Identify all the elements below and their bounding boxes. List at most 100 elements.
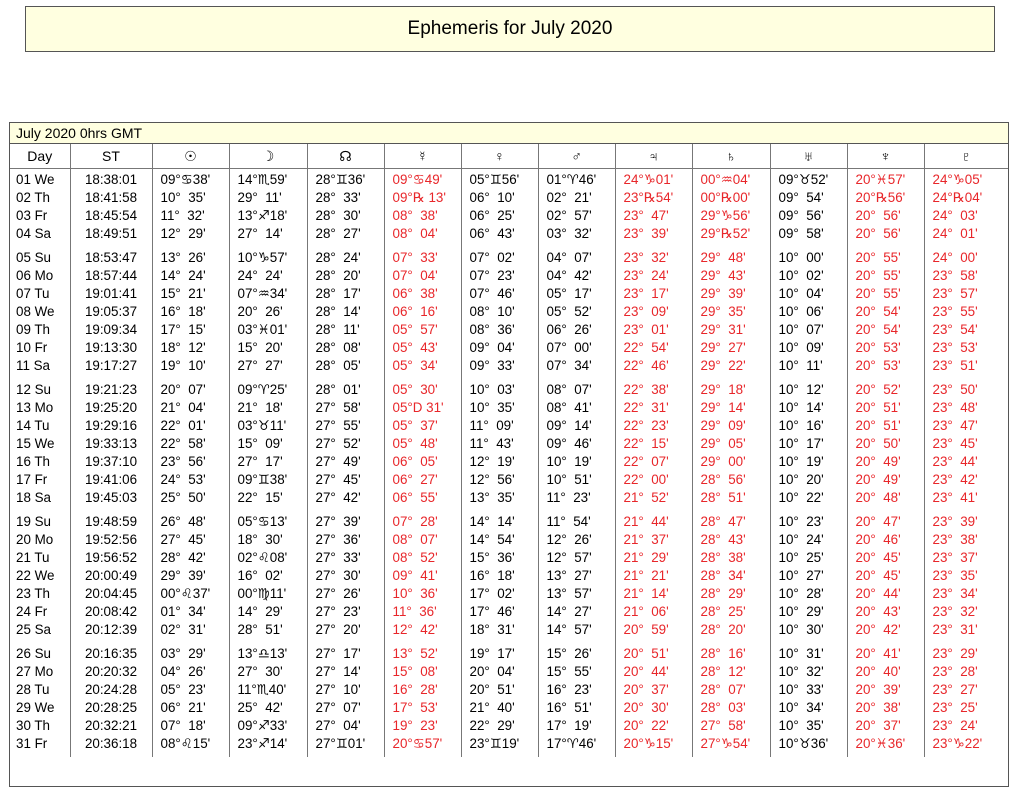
column-sun: 26° 48' 27° 45' 28° 42' 29° 39' 00°♌37' 01° 3…	[151, 511, 230, 643]
venus-value: 21° 40'	[469, 700, 515, 715]
header-jupiter-icon: ♃	[614, 144, 693, 169]
mercury-value: 06° 05'	[392, 454, 438, 469]
venus-value: 20° 04'	[469, 664, 515, 679]
saturn-value: 28° 12'	[700, 664, 746, 679]
venus-value: 06° 43'	[469, 226, 515, 241]
sun-value: 04° 26'	[160, 664, 206, 679]
saturn-value: 28° 34'	[700, 568, 746, 583]
sun-value: 28° 42'	[160, 550, 206, 565]
sun-value: 02° 31'	[160, 622, 206, 637]
jupiter-value: 20° 44'	[623, 664, 669, 679]
venus-value: 17° 02'	[469, 586, 515, 601]
day-value: 30 Th	[16, 718, 50, 733]
sun-value: 27° 45'	[160, 532, 206, 547]
neptune-value: 20° 51'	[855, 418, 901, 433]
st-value: 19:37:10	[84, 454, 138, 469]
pluto-value: 23° 53'	[932, 340, 978, 355]
jupiter-value: 23° 39'	[623, 226, 669, 241]
node-value: 28° 11'	[315, 322, 360, 337]
st-value: 19:13:30	[84, 340, 138, 355]
jupiter-value: 23° 24'	[623, 268, 669, 283]
neptune-value: 20° 56'	[855, 208, 901, 223]
day-value: 12 Su	[16, 382, 51, 397]
moon-value: 03°♉11'	[237, 418, 287, 433]
sun-value: 29° 39'	[160, 568, 206, 583]
st-value: 19:17:27	[84, 358, 138, 373]
mercury-value: 05° 37'	[392, 418, 438, 433]
saturn-value: 28° 20'	[700, 622, 746, 637]
jupiter-value: 22° 38'	[623, 382, 669, 397]
jupiter-value: 20°♑15'	[623, 736, 674, 751]
column-node: 28° 01' 27° 58' 27° 55' 27° 52' 27° 49' 27° 4…	[306, 379, 385, 511]
st-value: 19:41:06	[84, 472, 138, 487]
moon-value: 14°♏59'	[237, 172, 288, 187]
mars-value: 02° 57'	[546, 208, 592, 223]
column-sun: 13° 26' 14° 24' 15° 21' 16° 18' 17° 15' 18° 1…	[151, 247, 230, 379]
mars-value: 11° 54'	[546, 514, 591, 529]
mars-value: 13° 27'	[546, 568, 592, 583]
sun-value: 18° 12'	[160, 340, 206, 355]
pluto-value: 24° 00'	[932, 250, 978, 265]
uranus-value: 10° 07'	[778, 322, 824, 337]
uranus-value: 10° 20'	[778, 472, 824, 487]
st-value: 20:16:35	[84, 646, 138, 661]
neptune-value: 20° 48'	[855, 490, 901, 505]
uranus-value: 09°♉52'	[778, 172, 829, 187]
st-value: 20:12:39	[84, 622, 138, 637]
node-value: 28° 05'	[315, 358, 361, 373]
jupiter-value: 22° 23'	[623, 418, 669, 433]
column-uranus: 10° 31' 10° 32' 10° 33' 10° 34' 10° 35' 10°♉3…	[769, 643, 848, 757]
column-st: 19:21:23 19:25:20 19:29:16 19:33:13 19:37:10…	[69, 379, 153, 511]
day-value: 17 Fr	[16, 472, 48, 487]
day-value: 03 Fr	[16, 208, 48, 223]
column-st: 19:48:59 19:52:56 19:56:52 20:00:49 20:04:45…	[69, 511, 153, 643]
mercury-value: 05°D 31'	[392, 400, 444, 415]
st-value: 18:41:58	[84, 190, 138, 205]
neptune-value: 20° 44'	[855, 586, 901, 601]
moon-value: 27° 30'	[237, 664, 283, 679]
st-value: 20:24:28	[84, 682, 138, 697]
saturn-value: 00°♒04'	[700, 172, 751, 187]
uranus-value: 10° 02'	[778, 268, 824, 283]
sun-value: 07° 18'	[160, 718, 206, 733]
column-node: 28°♊36' 28° 33' 28° 30' 28° 27'	[306, 168, 385, 247]
uranus-value: 10° 33'	[778, 682, 824, 697]
column-mercury: 13° 52' 15° 08' 16° 28' 17° 53' 19° 23' 20°♋5…	[383, 643, 462, 757]
saturn-value: 28° 47'	[700, 514, 746, 529]
mercury-value: 12° 42'	[392, 622, 438, 637]
venus-value: 08° 10'	[469, 304, 515, 319]
jupiter-value: 20° 22'	[623, 718, 669, 733]
column-mercury: 07° 28' 08° 07' 08° 52' 09° 41' 10° 36' 11° 3…	[383, 511, 462, 643]
mercury-value: 06° 16'	[392, 304, 438, 319]
mars-value: 08° 41'	[546, 400, 592, 415]
column-saturn: 29° 18' 29° 14' 29° 09' 29° 05' 29° 00' 28° 5…	[691, 379, 771, 511]
day-value: 31 Fr	[16, 736, 48, 751]
pluto-value: 23° 57'	[932, 286, 978, 301]
venus-value: 19° 17'	[469, 646, 515, 661]
node-value: 28° 14'	[315, 304, 361, 319]
node-value: 27° 17'	[315, 646, 361, 661]
st-value: 18:53:47	[84, 250, 138, 265]
pluto-value: 23° 27'	[932, 682, 978, 697]
column-neptune: 20° 52' 20° 51' 20° 51' 20° 50' 20° 49' 20° 4…	[846, 379, 925, 511]
column-day: 26 Su 27 Mo 28 Tu 29 We 30 Th 31 Fr	[10, 643, 71, 757]
saturn-value: 28° 25'	[700, 604, 746, 619]
node-value: 27° 39'	[315, 514, 361, 529]
mars-value: 03° 32'	[546, 226, 592, 241]
venus-value: 12° 56'	[469, 472, 515, 487]
st-value: 19:33:13	[84, 436, 138, 451]
saturn-value: 29° 31'	[700, 322, 746, 337]
venus-value: 06° 25'	[469, 208, 515, 223]
day-value: 14 Tu	[16, 418, 50, 433]
header-row: Day ST ☉ ☽ ☊ ☿ ♀ ♂ ♃ ♄ ♅ ♆ ♇	[10, 144, 1008, 169]
column-day: 19 Su 20 Mo 21 Tu 22 We 23 Th 24 Fr 25 Sa	[10, 511, 71, 643]
column-jupiter: 21° 44' 21° 37' 21° 29' 21° 21' 21° 14' 21° 0…	[614, 511, 693, 643]
st-value: 19:01:41	[84, 286, 138, 301]
uranus-value: 09° 56'	[778, 208, 824, 223]
neptune-value: 20° 40'	[855, 664, 901, 679]
neptune-value: 20° 43'	[855, 604, 901, 619]
mercury-value: 08° 07'	[392, 532, 438, 547]
header-sidereal-time: ST	[69, 144, 153, 169]
header-sun-icon: ☉	[151, 144, 230, 169]
sun-value: 05° 23'	[160, 682, 206, 697]
